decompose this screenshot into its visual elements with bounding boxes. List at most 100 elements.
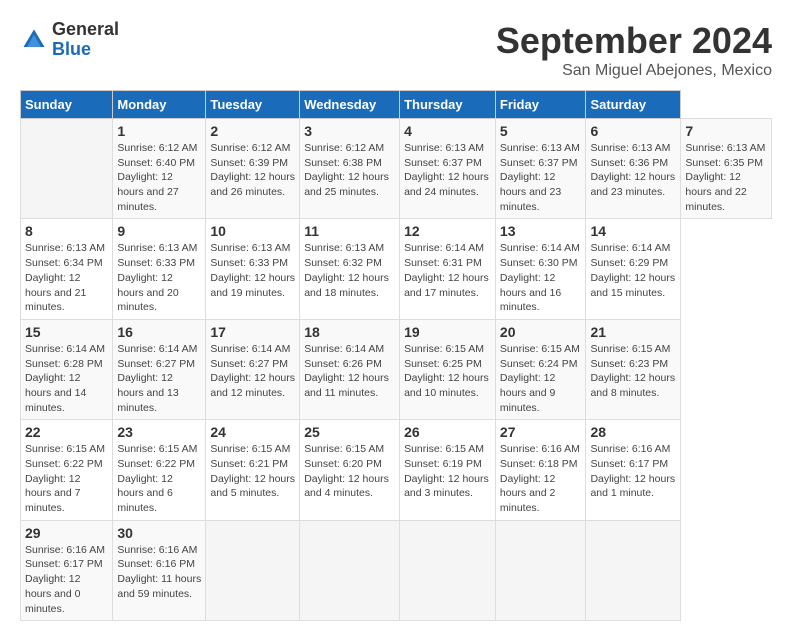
table-row: 15 Sunrise: 6:14 AMSunset: 6:28 PMDaylig…: [21, 319, 113, 419]
calendar-week-row: 22 Sunrise: 6:15 AMSunset: 6:22 PMDaylig…: [21, 420, 772, 520]
day-number: 20: [500, 324, 582, 340]
day-detail: Sunrise: 6:15 AMSunset: 6:22 PMDaylight:…: [117, 442, 201, 515]
calendar-header-row: Sunday Monday Tuesday Wednesday Thursday…: [21, 91, 772, 119]
day-number: 12: [404, 223, 491, 239]
day-number: 27: [500, 424, 582, 440]
day-detail: Sunrise: 6:13 AMSunset: 6:35 PMDaylight:…: [685, 141, 767, 214]
title-area: September 2024 San Miguel Abejones, Mexi…: [496, 20, 772, 80]
logo-icon: [20, 26, 48, 54]
day-detail: Sunrise: 6:15 AMSunset: 6:23 PMDaylight:…: [590, 342, 676, 401]
table-row: 3 Sunrise: 6:12 AMSunset: 6:38 PMDayligh…: [300, 119, 400, 219]
day-detail: Sunrise: 6:12 AMSunset: 6:40 PMDaylight:…: [117, 141, 201, 214]
day-detail: Sunrise: 6:15 AMSunset: 6:22 PMDaylight:…: [25, 442, 108, 515]
day-detail: Sunrise: 6:15 AMSunset: 6:25 PMDaylight:…: [404, 342, 491, 401]
table-row: 11 Sunrise: 6:13 AMSunset: 6:32 PMDaylig…: [300, 219, 400, 319]
calendar-week-row: 15 Sunrise: 6:14 AMSunset: 6:28 PMDaylig…: [21, 319, 772, 419]
table-row: 26 Sunrise: 6:15 AMSunset: 6:19 PMDaylig…: [400, 420, 496, 520]
table-row: [586, 520, 681, 620]
header-friday: Friday: [495, 91, 586, 119]
day-number: 10: [210, 223, 295, 239]
table-row: 19 Sunrise: 6:15 AMSunset: 6:25 PMDaylig…: [400, 319, 496, 419]
month-title: September 2024: [496, 20, 772, 62]
day-detail: Sunrise: 6:14 AMSunset: 6:28 PMDaylight:…: [25, 342, 108, 415]
day-detail: Sunrise: 6:15 AMSunset: 6:24 PMDaylight:…: [500, 342, 582, 415]
header-thursday: Thursday: [400, 91, 496, 119]
table-row: 7 Sunrise: 6:13 AMSunset: 6:35 PMDayligh…: [681, 119, 772, 219]
day-number: 15: [25, 324, 108, 340]
table-row: [206, 520, 300, 620]
logo-text: General Blue: [52, 20, 119, 60]
day-detail: Sunrise: 6:14 AMSunset: 6:27 PMDaylight:…: [117, 342, 201, 415]
page-header: General Blue September 2024 San Miguel A…: [20, 20, 772, 80]
table-row: 21 Sunrise: 6:15 AMSunset: 6:23 PMDaylig…: [586, 319, 681, 419]
header-wednesday: Wednesday: [300, 91, 400, 119]
day-detail: Sunrise: 6:15 AMSunset: 6:20 PMDaylight:…: [304, 442, 395, 501]
table-row: [495, 520, 586, 620]
table-row: 8 Sunrise: 6:13 AMSunset: 6:34 PMDayligh…: [21, 219, 113, 319]
day-detail: Sunrise: 6:14 AMSunset: 6:31 PMDaylight:…: [404, 241, 491, 300]
day-detail: Sunrise: 6:15 AMSunset: 6:19 PMDaylight:…: [404, 442, 491, 501]
day-number: 6: [590, 123, 676, 139]
logo: General Blue: [20, 20, 119, 60]
day-number: 21: [590, 324, 676, 340]
day-number: 30: [117, 525, 201, 541]
day-number: 9: [117, 223, 201, 239]
day-number: 1: [117, 123, 201, 139]
day-number: 7: [685, 123, 767, 139]
table-row: 9 Sunrise: 6:13 AMSunset: 6:33 PMDayligh…: [113, 219, 206, 319]
table-row: 12 Sunrise: 6:14 AMSunset: 6:31 PMDaylig…: [400, 219, 496, 319]
location-title: San Miguel Abejones, Mexico: [496, 62, 772, 80]
day-detail: Sunrise: 6:12 AMSunset: 6:39 PMDaylight:…: [210, 141, 295, 200]
day-number: 19: [404, 324, 491, 340]
day-detail: Sunrise: 6:16 AMSunset: 6:17 PMDaylight:…: [25, 543, 108, 616]
day-number: 14: [590, 223, 676, 239]
table-row: 1 Sunrise: 6:12 AMSunset: 6:40 PMDayligh…: [113, 119, 206, 219]
day-number: 16: [117, 324, 201, 340]
day-number: 2: [210, 123, 295, 139]
calendar-week-row: 1 Sunrise: 6:12 AMSunset: 6:40 PMDayligh…: [21, 119, 772, 219]
table-row: [21, 119, 113, 219]
calendar-week-row: 29 Sunrise: 6:16 AMSunset: 6:17 PMDaylig…: [21, 520, 772, 620]
table-row: 22 Sunrise: 6:15 AMSunset: 6:22 PMDaylig…: [21, 420, 113, 520]
header-monday: Monday: [113, 91, 206, 119]
table-row: 20 Sunrise: 6:15 AMSunset: 6:24 PMDaylig…: [495, 319, 586, 419]
table-row: 27 Sunrise: 6:16 AMSunset: 6:18 PMDaylig…: [495, 420, 586, 520]
day-number: 26: [404, 424, 491, 440]
day-number: 23: [117, 424, 201, 440]
day-number: 17: [210, 324, 295, 340]
day-detail: Sunrise: 6:13 AMSunset: 6:37 PMDaylight:…: [404, 141, 491, 200]
header-tuesday: Tuesday: [206, 91, 300, 119]
day-number: 25: [304, 424, 395, 440]
day-number: 13: [500, 223, 582, 239]
day-detail: Sunrise: 6:15 AMSunset: 6:21 PMDaylight:…: [210, 442, 295, 501]
day-detail: Sunrise: 6:14 AMSunset: 6:26 PMDaylight:…: [304, 342, 395, 401]
day-number: 3: [304, 123, 395, 139]
table-row: 5 Sunrise: 6:13 AMSunset: 6:37 PMDayligh…: [495, 119, 586, 219]
table-row: 28 Sunrise: 6:16 AMSunset: 6:17 PMDaylig…: [586, 420, 681, 520]
table-row: 16 Sunrise: 6:14 AMSunset: 6:27 PMDaylig…: [113, 319, 206, 419]
day-number: 11: [304, 223, 395, 239]
table-row: 17 Sunrise: 6:14 AMSunset: 6:27 PMDaylig…: [206, 319, 300, 419]
table-row: 2 Sunrise: 6:12 AMSunset: 6:39 PMDayligh…: [206, 119, 300, 219]
table-row: 6 Sunrise: 6:13 AMSunset: 6:36 PMDayligh…: [586, 119, 681, 219]
header-sunday: Sunday: [21, 91, 113, 119]
day-number: 5: [500, 123, 582, 139]
day-detail: Sunrise: 6:12 AMSunset: 6:38 PMDaylight:…: [304, 141, 395, 200]
table-row: 14 Sunrise: 6:14 AMSunset: 6:29 PMDaylig…: [586, 219, 681, 319]
day-number: 29: [25, 525, 108, 541]
table-row: 24 Sunrise: 6:15 AMSunset: 6:21 PMDaylig…: [206, 420, 300, 520]
day-detail: Sunrise: 6:13 AMSunset: 6:32 PMDaylight:…: [304, 241, 395, 300]
table-row: 10 Sunrise: 6:13 AMSunset: 6:33 PMDaylig…: [206, 219, 300, 319]
calendar-week-row: 8 Sunrise: 6:13 AMSunset: 6:34 PMDayligh…: [21, 219, 772, 319]
table-row: 30 Sunrise: 6:16 AMSunset: 6:16 PMDaylig…: [113, 520, 206, 620]
header-saturday: Saturday: [586, 91, 681, 119]
table-row: 23 Sunrise: 6:15 AMSunset: 6:22 PMDaylig…: [113, 420, 206, 520]
table-row: 18 Sunrise: 6:14 AMSunset: 6:26 PMDaylig…: [300, 319, 400, 419]
table-row: [400, 520, 496, 620]
day-number: 18: [304, 324, 395, 340]
day-number: 8: [25, 223, 108, 239]
day-number: 22: [25, 424, 108, 440]
day-detail: Sunrise: 6:13 AMSunset: 6:37 PMDaylight:…: [500, 141, 582, 214]
table-row: 25 Sunrise: 6:15 AMSunset: 6:20 PMDaylig…: [300, 420, 400, 520]
table-row: [300, 520, 400, 620]
